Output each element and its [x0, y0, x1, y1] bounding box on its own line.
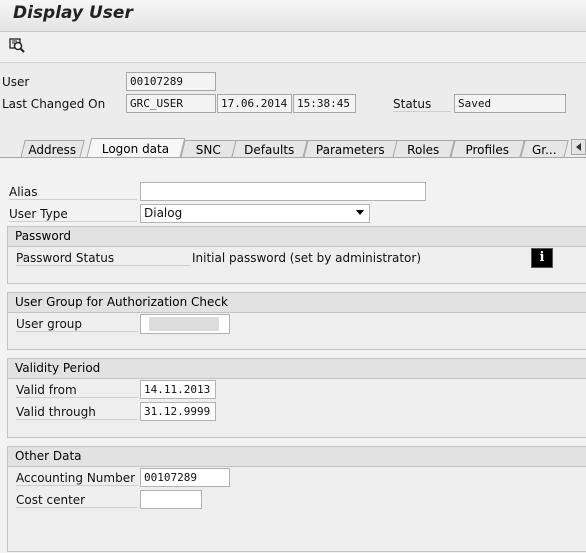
tab-strip: Address SNC Defaults Parameters Roles Pr… [0, 137, 586, 159]
user-group-title: User Group for Authorization Check [8, 293, 586, 313]
triangle-left-icon [576, 143, 581, 151]
validity-group-title: Validity Period [8, 359, 586, 379]
user-type-label: User Type [9, 207, 137, 222]
alias-field[interactable] [140, 182, 426, 201]
window-title: Display User [13, 3, 133, 23]
last-changed-by-field[interactable]: GRC_USER [126, 94, 216, 113]
user-label: User [2, 75, 30, 89]
password-group-title: Password [8, 227, 586, 247]
status-label: Status [393, 97, 451, 112]
cost-center-label: Cost center [16, 493, 138, 508]
accounting-number-field[interactable]: 00107289 [140, 468, 230, 487]
valid-from-field[interactable]: 14.11.2013 [140, 380, 216, 399]
valid-from-label: Valid from [16, 383, 138, 398]
status-field[interactable]: Saved [454, 94, 566, 113]
application-toolbar [0, 32, 586, 63]
last-changed-time-field[interactable]: 15:38:45 [293, 94, 356, 113]
user-type-select[interactable]: Dialog [140, 204, 370, 223]
user-group-field[interactable] [140, 314, 230, 334]
last-changed-label: Last Changed On [2, 97, 106, 111]
cost-center-field[interactable] [140, 490, 202, 509]
alias-label: Alias [9, 185, 137, 200]
glasses-icon[interactable] [7, 35, 27, 55]
user-field[interactable]: 00107289 [126, 72, 216, 91]
accounting-number-label: Accounting Number [16, 471, 138, 486]
tab-logon-data[interactable]: Logon data [86, 138, 186, 159]
chevron-down-icon[interactable] [356, 210, 364, 215]
valid-through-field[interactable]: 31.12.9999 [140, 402, 216, 421]
info-icon[interactable]: i [531, 248, 553, 268]
password-status-label: Password Status [16, 251, 190, 266]
last-changed-date-field[interactable]: 17.06.2014 [217, 94, 292, 113]
other-data-title: Other Data [8, 447, 586, 467]
user-type-value: Dialog [144, 206, 183, 220]
password-status-value: Initial password (set by administrator) [192, 251, 422, 265]
user-group-label: User group [16, 317, 138, 332]
tab-scroll-left-button[interactable] [571, 139, 586, 155]
redacted-value [149, 317, 219, 331]
valid-through-label: Valid through [16, 405, 138, 420]
validity-group: Validity Period [7, 358, 586, 438]
